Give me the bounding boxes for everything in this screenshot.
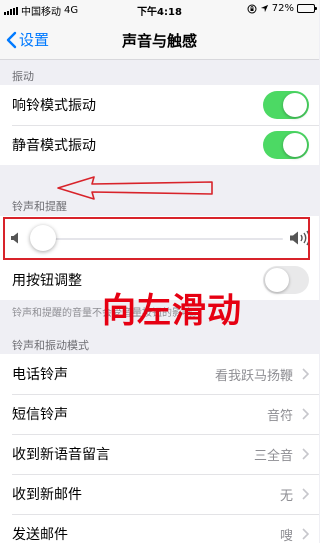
chevron-right-icon (302, 408, 309, 420)
buttons-adjust-label: 用按钮调整 (12, 273, 82, 289)
navigation-bar: 设置 声音与触感 (0, 20, 319, 60)
list-item-label: 短信铃声 (12, 407, 68, 423)
status-right: 72% (247, 3, 317, 14)
battery-icon (297, 4, 317, 13)
list-item-voicemail[interactable]: 收到新语音留言 三全音 (0, 434, 319, 474)
section-header-ringer: 铃声和提醒 (12, 200, 67, 213)
list-item-new-mail[interactable]: 收到新邮件 无 (0, 474, 319, 514)
section-header-patterns: 铃声和振动模式 (12, 339, 89, 352)
list-item-label: 收到新语音留言 (12, 447, 110, 463)
chevron-right-icon (302, 368, 309, 380)
page-title: 声音与触感 (121, 32, 197, 50)
patterns-group: 电话铃声 看我跃马扬鞭 短信铃声 音符 收到新语音留言 三全音 收到新邮件 无 … (0, 354, 319, 543)
list-item-value: 嗖 (279, 528, 293, 543)
list-item-value: 无 (279, 488, 293, 504)
list-item-ringtone[interactable]: 电话铃声 看我跃马扬鞭 (0, 354, 319, 394)
silent-vibrate-row: 静音模式振动 (0, 125, 319, 165)
list-item-value: 看我跃马扬鞭 (214, 368, 293, 384)
swipe-left-annotation: 向左滑动 (102, 291, 242, 331)
vibration-group: 响铃模式振动 静音模式振动 (0, 85, 319, 165)
silent-vibrate-toggle[interactable] (263, 131, 309, 159)
chevron-right-icon (302, 488, 309, 500)
left-arrow-annotation-icon (57, 176, 213, 200)
ring-vibrate-label: 响铃模式振动 (12, 98, 96, 114)
slider-highlight-box (3, 217, 310, 260)
list-item-text-tone[interactable]: 短信铃声 音符 (0, 394, 319, 434)
orientation-lock-icon (247, 4, 257, 13)
location-icon (260, 4, 268, 13)
ring-vibrate-toggle[interactable] (263, 91, 309, 119)
section-header-vibration: 振动 (12, 70, 34, 83)
list-item-sent-mail[interactable]: 发送邮件 嗖 (0, 514, 319, 543)
silent-vibrate-label: 静音模式振动 (12, 138, 96, 154)
list-item-label: 收到新邮件 (12, 487, 82, 503)
buttons-adjust-toggle[interactable] (263, 266, 309, 294)
chevron-right-icon (302, 528, 309, 540)
list-item-value: 三全音 (253, 448, 293, 464)
list-item-label: 电话铃声 (12, 367, 68, 383)
ring-vibrate-row: 响铃模式振动 (0, 85, 319, 125)
chevron-right-icon (302, 448, 309, 460)
list-item-label: 发送邮件 (12, 527, 68, 543)
list-item-value: 音符 (266, 408, 293, 424)
status-bar: 中国移动 4G 下午4:18 72% (0, 0, 319, 20)
battery-percent: 72% (271, 3, 294, 14)
